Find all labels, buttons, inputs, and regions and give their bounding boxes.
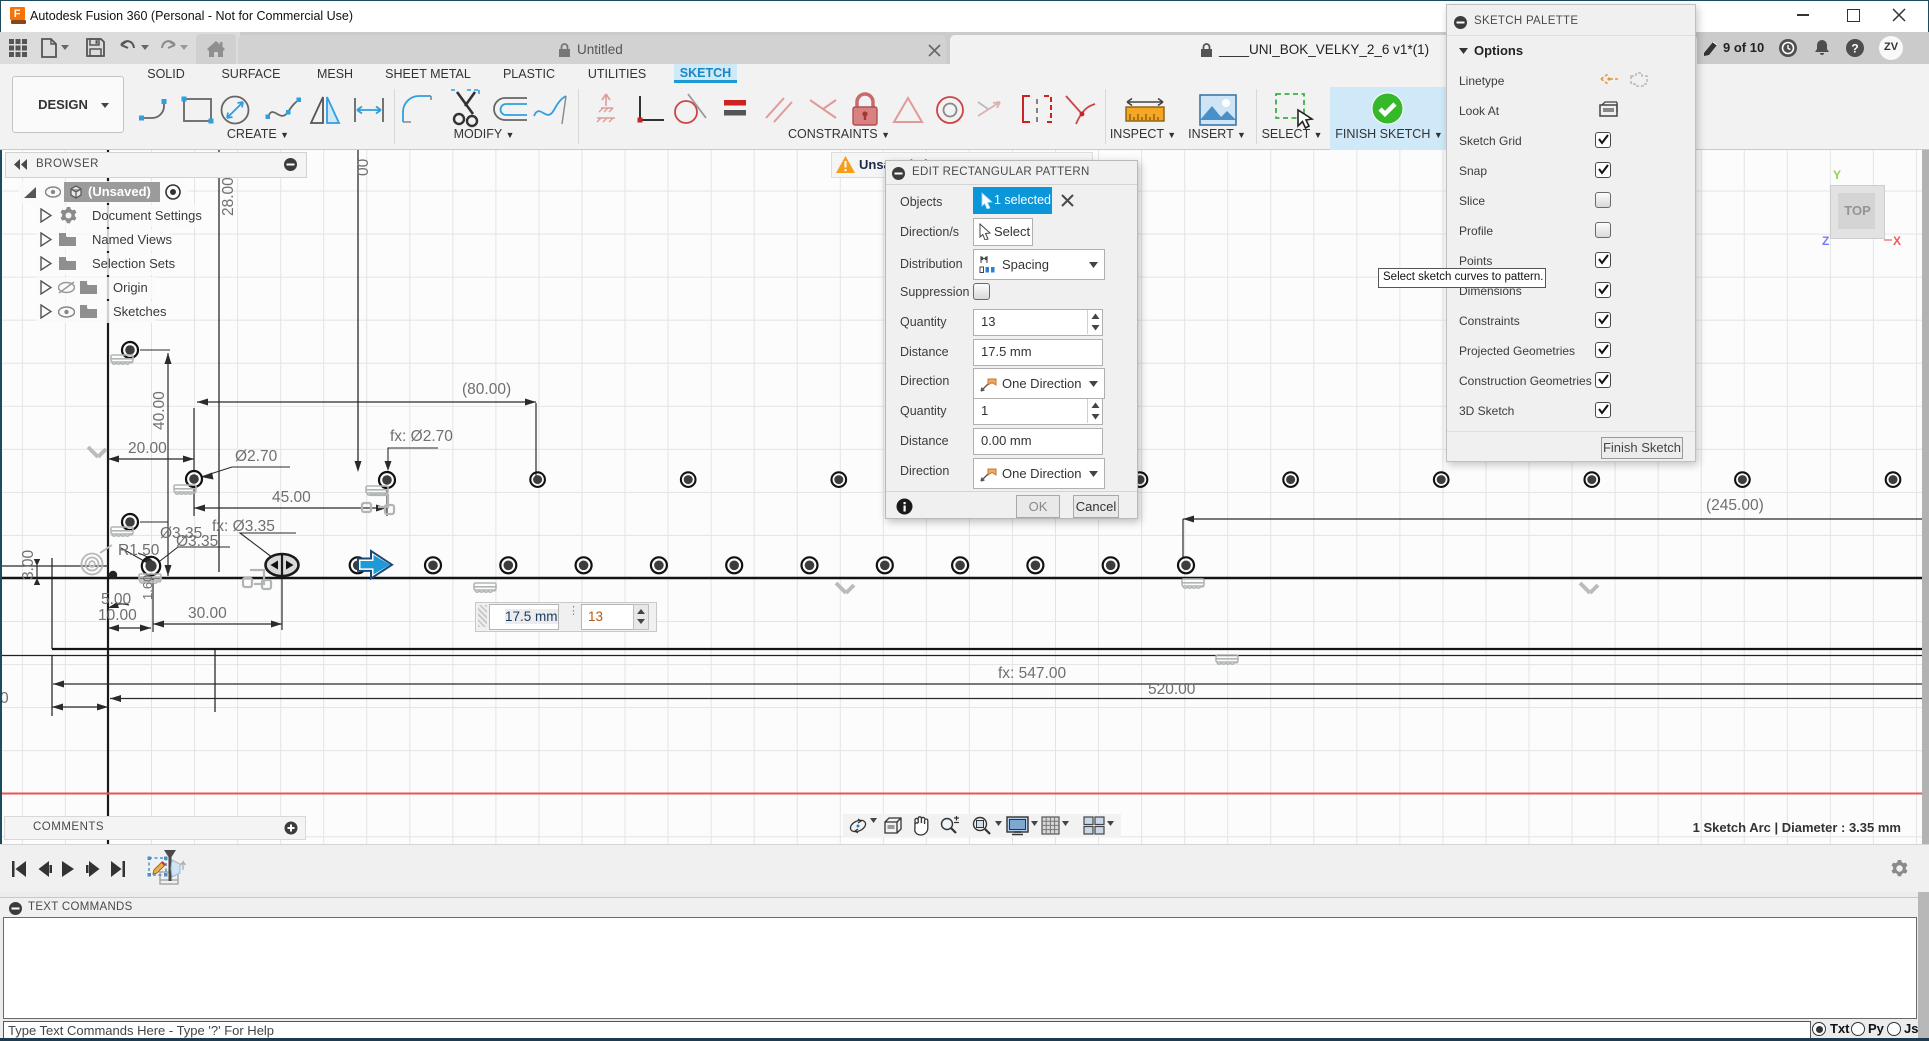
svg-text:10.00: 10.00 [98, 607, 137, 624]
svg-text:fx: Ø3.35: fx: Ø3.35 [212, 518, 275, 535]
svg-text:fx: 547.00: fx: 547.00 [998, 665, 1066, 682]
svg-text:40.00: 40.00 [151, 391, 168, 430]
svg-text:(80.00): (80.00) [462, 381, 511, 398]
svg-text:Ø3.35: Ø3.35 [160, 525, 202, 542]
svg-text:R1.50: R1.50 [118, 542, 160, 559]
svg-text:00: 00 [355, 158, 372, 176]
svg-text:5.00: 5.00 [101, 591, 132, 608]
svg-text:3.00: 3.00 [20, 549, 37, 580]
svg-text:28.00: 28.00 [220, 177, 237, 216]
svg-text:45.00: 45.00 [272, 489, 311, 506]
svg-text:(245.00): (245.00) [1706, 497, 1764, 514]
svg-text:?: ? [1851, 42, 1858, 56]
svg-text:X: X [1893, 234, 1901, 248]
svg-text:20.00: 20.00 [128, 440, 167, 457]
svg-text:Z: Z [1822, 234, 1829, 248]
svg-text:30.00: 30.00 [188, 605, 227, 622]
svg-text:520.00: 520.00 [1148, 681, 1196, 698]
svg-text:1.60: 1.60 [140, 575, 155, 600]
svg-text:fx: Ø2.70: fx: Ø2.70 [390, 428, 453, 445]
svg-text:Ø2.70: Ø2.70 [235, 448, 278, 465]
